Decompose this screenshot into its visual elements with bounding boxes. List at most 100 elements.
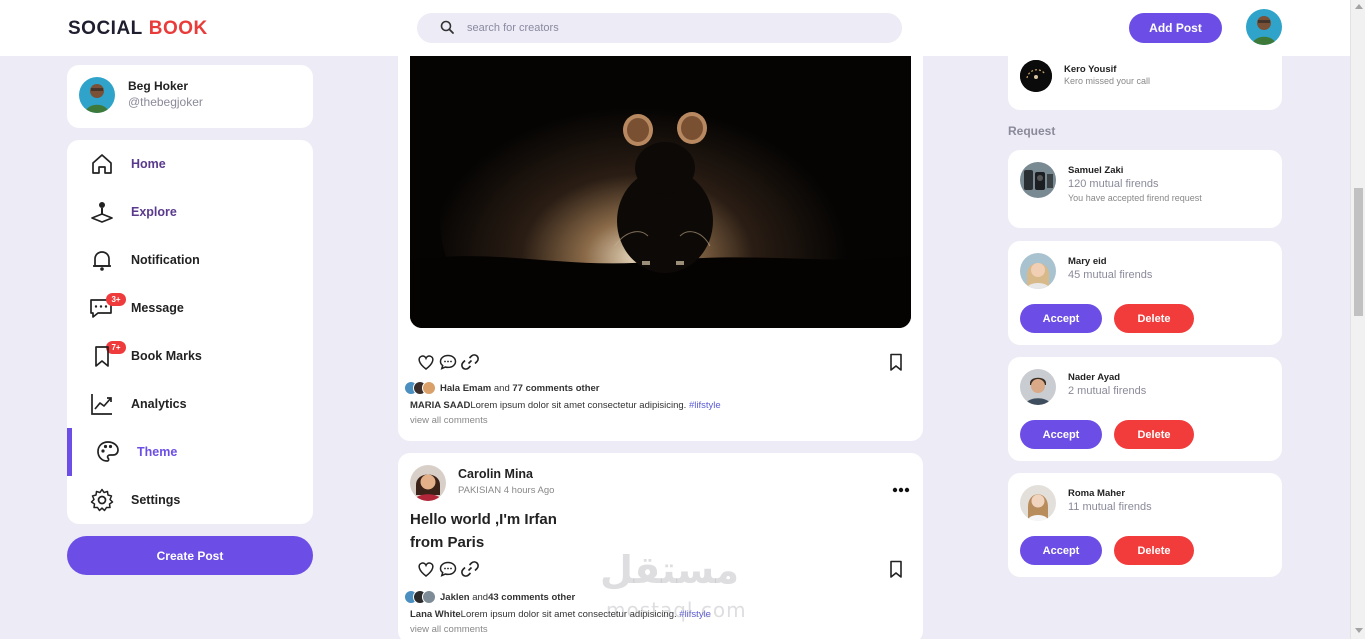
liker-avatars bbox=[404, 590, 440, 606]
notification-card[interactable]: Kero Yousif Kero missed your call bbox=[1008, 50, 1282, 110]
request-avatar[interactable] bbox=[1020, 369, 1056, 405]
liker-avatar bbox=[422, 590, 436, 604]
brand-logo[interactable]: SOCIAL BOOK bbox=[68, 18, 208, 40]
heart-icon[interactable] bbox=[416, 559, 436, 579]
sidebar-item-label: Theme bbox=[137, 445, 178, 459]
save-bookmark-icon[interactable] bbox=[886, 352, 906, 372]
profile-name: Beg Hoker bbox=[128, 79, 189, 93]
comments-count: 77 comments other bbox=[512, 383, 600, 394]
sidebar-menu: Home Explore 7+ Notification Message Boo… bbox=[67, 140, 313, 524]
post-image[interactable] bbox=[410, 56, 911, 328]
create-post-button[interactable]: Create Post bbox=[67, 536, 313, 575]
bookmark-icon bbox=[89, 343, 115, 369]
profile-handle: @thebegjoker bbox=[128, 95, 203, 109]
palette-icon bbox=[95, 439, 121, 465]
chart-icon bbox=[89, 391, 115, 417]
accept-button[interactable]: Accept bbox=[1020, 536, 1102, 565]
sidebar-item-explore[interactable]: Explore bbox=[67, 188, 313, 236]
notification-text: Kero missed your call bbox=[1064, 76, 1151, 86]
save-bookmark-icon[interactable] bbox=[886, 559, 906, 579]
message-badge: 3+ bbox=[106, 293, 126, 306]
request-avatar[interactable] bbox=[1020, 253, 1056, 289]
likes-text: Hala Emam and 77 comments other bbox=[440, 383, 600, 394]
view-all-comments-link[interactable]: view all comments bbox=[410, 415, 488, 426]
top-navbar: SOCIALBOOK Add Post bbox=[0, 0, 1350, 56]
delete-button[interactable]: Delete bbox=[1114, 420, 1194, 449]
post-text-line: from Paris bbox=[410, 534, 485, 551]
author-avatar[interactable] bbox=[410, 465, 446, 501]
request-avatar[interactable] bbox=[1020, 162, 1056, 198]
home-icon bbox=[89, 151, 115, 177]
scroll-down-arrow-icon[interactable] bbox=[1355, 628, 1363, 633]
page-scrollbar[interactable] bbox=[1350, 0, 1365, 639]
mutual-friends: 2 mutual firends bbox=[1068, 385, 1147, 397]
requests-heading: Request bbox=[1008, 124, 1056, 138]
sidebar-item-settings[interactable]: Settings bbox=[67, 476, 313, 524]
accept-button[interactable]: Accept bbox=[1020, 304, 1102, 333]
mutual-friends: 45 mutual firends bbox=[1068, 269, 1153, 281]
friend-request-card: Samuel Zaki 120 mutual firends You have … bbox=[1008, 150, 1282, 228]
link-icon[interactable] bbox=[460, 559, 480, 579]
sidebar-item-label: Notification bbox=[131, 253, 200, 267]
delete-button[interactable]: Delete bbox=[1114, 536, 1194, 565]
sidebar-item-home[interactable]: Home bbox=[67, 140, 313, 188]
watermark-arabic: مستقل bbox=[600, 548, 739, 592]
caption-user[interactable]: MARIA SAAD bbox=[410, 400, 470, 411]
notification-name: Kero Yousif bbox=[1064, 64, 1117, 75]
active-indicator bbox=[67, 428, 72, 476]
search-bar[interactable] bbox=[417, 13, 902, 43]
profile-card[interactable]: Beg Hoker @thebegjoker bbox=[67, 65, 313, 128]
view-all-comments-link[interactable]: view all comments bbox=[410, 624, 488, 635]
add-post-button[interactable]: Add Post bbox=[1129, 13, 1222, 43]
friend-request-card: Roma Maher 11 mutual firends Accept Dele… bbox=[1008, 473, 1282, 577]
request-name[interactable]: Roma Maher bbox=[1068, 488, 1125, 499]
request-name[interactable]: Nader Ayad bbox=[1068, 372, 1120, 383]
joystick-icon bbox=[89, 199, 115, 225]
request-status: You have accepted firend request bbox=[1068, 193, 1202, 203]
user-avatar[interactable] bbox=[1246, 9, 1282, 45]
comments-count: 43 comments other bbox=[488, 592, 576, 603]
request-name[interactable]: Mary eid bbox=[1068, 256, 1107, 267]
link-icon[interactable] bbox=[460, 352, 480, 372]
request-name[interactable]: Samuel Zaki bbox=[1068, 165, 1123, 176]
gear-icon bbox=[89, 487, 115, 513]
comment-icon[interactable] bbox=[438, 559, 458, 579]
sidebar-item-bookmarks[interactable]: Book Marks bbox=[67, 332, 313, 380]
sidebar-item-label: Book Marks bbox=[131, 349, 202, 363]
sidebar-item-theme[interactable]: Theme bbox=[67, 428, 313, 476]
heart-icon[interactable] bbox=[416, 352, 436, 372]
scroll-up-arrow-icon[interactable] bbox=[1355, 4, 1363, 9]
post-actions bbox=[416, 352, 906, 374]
liker-name[interactable]: Jaklen bbox=[440, 592, 470, 603]
sidebar-item-label: Analytics bbox=[131, 397, 187, 411]
mutual-friends: 120 mutual firends bbox=[1068, 178, 1159, 190]
liker-name[interactable]: Hala Emam bbox=[440, 383, 491, 394]
sidebar-item-label: Explore bbox=[131, 205, 177, 219]
accept-button[interactable]: Accept bbox=[1020, 420, 1102, 449]
notification-avatar bbox=[1020, 60, 1052, 92]
scrollbar-thumb[interactable] bbox=[1354, 188, 1363, 316]
sidebar-item-analytics[interactable]: Analytics bbox=[67, 380, 313, 428]
comment-icon[interactable] bbox=[438, 352, 458, 372]
likes-and: and bbox=[491, 383, 513, 394]
delete-button[interactable]: Delete bbox=[1114, 304, 1194, 333]
liker-avatar bbox=[422, 381, 436, 395]
sidebar-item-message[interactable]: Message bbox=[67, 284, 313, 332]
search-input[interactable] bbox=[467, 19, 867, 37]
likes-summary: Hala Emam and 77 comments other bbox=[404, 381, 904, 397]
post-meta: PAKISIAN 4 hours Ago bbox=[458, 485, 555, 496]
author-name[interactable]: Carolin Mina bbox=[458, 467, 533, 481]
profile-avatar bbox=[79, 77, 115, 113]
likes-and: and bbox=[469, 592, 489, 603]
sidebar-item-label: Message bbox=[131, 301, 184, 315]
friend-request-card: Mary eid 45 mutual firends Accept Delete bbox=[1008, 241, 1282, 345]
caption-user[interactable]: Lana White bbox=[410, 609, 461, 620]
hashtag-link[interactable]: #lifstyle bbox=[689, 400, 721, 411]
sidebar-item-label: Home bbox=[131, 157, 166, 171]
more-options-icon[interactable] bbox=[892, 480, 910, 493]
post-text-line: Hello world ,I'm Irfan bbox=[410, 511, 557, 528]
sidebar-item-notification[interactable]: 7+ Notification bbox=[67, 236, 313, 354]
caption-text: Lorem ipsum dolor sit amet consectetur a… bbox=[470, 400, 689, 411]
liker-avatars bbox=[404, 381, 440, 397]
request-avatar[interactable] bbox=[1020, 485, 1056, 521]
